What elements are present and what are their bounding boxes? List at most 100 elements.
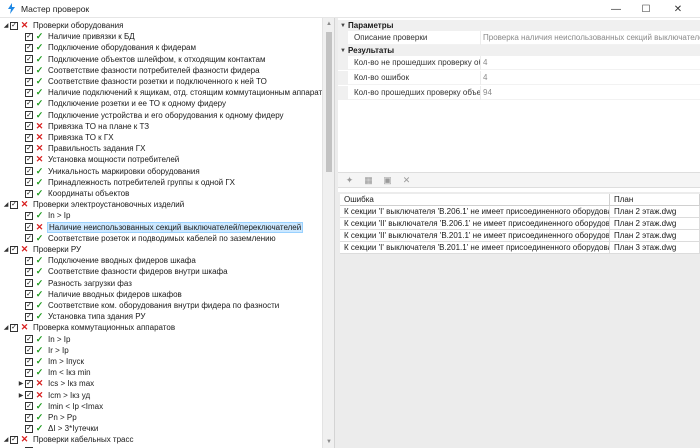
checkbox[interactable]: ✓ (25, 43, 33, 52)
tree-item[interactable]: ✓ ✓ Наличие подключений к ящикам, отд. сто… (17, 87, 322, 98)
property-description[interactable]: Описание проверки Проверка наличия неисп… (338, 30, 700, 45)
tree-item[interactable]: ✓ ✕ Привязка ТО на плане к ТЗ (17, 121, 150, 132)
checkbox[interactable]: ✓ (25, 77, 33, 86)
checkbox[interactable]: ✓ (25, 167, 33, 176)
tree-group[interactable]: ◢ ✓ ✕ Проверки оборудования (2, 20, 124, 31)
tree-item[interactable]: ✓ ✓ Соответствие розеток и подводимых кабе… (17, 233, 277, 244)
tree-item[interactable]: ✓ ✓ ΔI > 3*Iутечки (17, 423, 99, 434)
tree-item[interactable]: ✓ ✓ Подключение оборудования к фидерам (17, 42, 197, 53)
checkbox[interactable]: ✓ (25, 88, 33, 97)
column-header-plan[interactable]: План (610, 194, 700, 205)
checkbox[interactable]: ✓ (10, 435, 18, 444)
scroll-up-icon[interactable]: ▲ (325, 20, 333, 28)
tree-item[interactable]: ▶ ✓ ✕ Icm > Iкз уд (17, 390, 91, 401)
tree-item[interactable]: ✓ ✓ Разность загрузки фаз (17, 278, 133, 289)
category-results[interactable]: ▼ Результаты (338, 45, 700, 56)
tree-item[interactable]: ▶ ✓ ✕ Ics > Iкз max (17, 378, 95, 389)
expand-down-icon[interactable]: ◢ (2, 434, 10, 445)
checkbox[interactable]: ✓ (25, 234, 33, 243)
checkbox[interactable]: ✓ (10, 323, 18, 332)
table-row[interactable]: К секции 'I' выключателя 'В.206.1' не им… (340, 206, 700, 218)
tree-group[interactable]: ◢ ✓ ✕ Проверки кабельных трасс (2, 434, 135, 445)
property-passed-objects[interactable]: Кол-во прошедших проверку объек... 94 (338, 85, 700, 100)
tree-item[interactable]: ✓ ✕ Правильность задания ГХ (17, 143, 146, 154)
expand-down-icon[interactable]: ◢ (2, 244, 10, 255)
tree-group[interactable]: ◢ ✓ ✕ Проверки РУ (2, 244, 82, 255)
checkbox[interactable]: ✓ (25, 211, 33, 220)
property-failed-objects[interactable]: Кол-во не прошедших проверку об... 4 (338, 55, 700, 70)
settings-icon[interactable]: ✕ (401, 175, 412, 186)
checkbox[interactable]: ✓ (25, 256, 33, 265)
expand-right-icon[interactable]: ▶ (17, 390, 25, 401)
category-params[interactable]: ▼ Параметры (338, 20, 700, 31)
checkbox[interactable]: ✓ (25, 133, 33, 142)
tree-item[interactable]: ✓ ✓ Соответствие фазности фидеров внутри ш… (17, 266, 229, 277)
checkbox[interactable]: ✓ (25, 368, 33, 377)
column-header-error[interactable]: Ошибка (340, 194, 610, 205)
tree-group[interactable]: ◢ ✓ ✕ Проверка коммутационных аппаратов (2, 322, 176, 333)
maximize-button[interactable]: ☐ (632, 0, 660, 18)
checkbox[interactable]: ✓ (25, 122, 33, 131)
checkbox[interactable]: ✓ (10, 21, 18, 30)
checkbox[interactable]: ✓ (25, 267, 33, 276)
tree-item[interactable]: ✓ ✓ Подключение устройства и его оборудова… (17, 110, 285, 121)
tree-item[interactable]: ✓ ✓ Im < Iкз min (17, 367, 92, 378)
checkbox[interactable]: ✓ (25, 111, 33, 120)
expand-down-icon[interactable]: ◢ (2, 322, 10, 333)
table-row[interactable]: К секции 'II' выключателя 'В.201.1' не и… (340, 230, 700, 242)
tree-item[interactable]: ✓ ✕ Наличие неиспользованных секций выключ… (17, 221, 304, 233)
scroll-down-icon[interactable]: ▼ (325, 438, 333, 446)
tree-item[interactable]: ✓ ✓ Pn > Pp (17, 412, 78, 423)
tree-item[interactable]: ✓ ✓ Установка типа здания РУ (17, 311, 146, 322)
checkbox[interactable]: ✓ (25, 357, 33, 366)
checkbox[interactable]: ✓ (25, 379, 33, 388)
checkbox[interactable]: ✓ (25, 312, 33, 321)
checkbox[interactable]: ✓ (10, 245, 18, 254)
tree-item[interactable]: ✓ ✓ Соответствие фазности розетки и подклю… (17, 76, 268, 87)
tree-item[interactable]: ✓ ✓ Подключение объектов шлейфом, к отходя… (17, 54, 266, 65)
checkbox[interactable]: ✓ (25, 402, 33, 411)
checkbox[interactable]: ✓ (25, 223, 33, 232)
collapse-icon[interactable]: ▼ (338, 23, 348, 29)
checkbox[interactable]: ✓ (25, 335, 33, 344)
tree-item[interactable]: ✓ ✕ Привязка ТО к ГХ (17, 132, 115, 143)
expand-right-icon[interactable]: ▶ (17, 378, 25, 389)
checkbox[interactable]: ✓ (25, 189, 33, 198)
checkbox[interactable]: ✓ (25, 178, 33, 187)
checkbox[interactable]: ✓ (25, 144, 33, 153)
table-row[interactable]: К секции 'I' выключателя 'В.201.1' не им… (340, 242, 700, 254)
expand-down-icon[interactable]: ◢ (2, 20, 10, 31)
checkbox[interactable]: ✓ (25, 424, 33, 433)
tree-item[interactable]: ✓ ✓ Im > Iпуск (17, 356, 85, 367)
checkbox[interactable]: ✓ (25, 155, 33, 164)
tree-item[interactable]: ✓ ✓ Наличие привязки к БД (17, 31, 136, 42)
checkbox[interactable]: ✓ (25, 301, 33, 310)
expand-down-icon[interactable]: ◢ (2, 199, 10, 210)
tree-item[interactable]: ✓ ✓ Ir > Ip (17, 345, 70, 356)
property-error-count[interactable]: Кол-во ошибок 4 (338, 70, 700, 85)
tree-item[interactable]: ✓ ✓ Наличие вводных фидеров шкафов (17, 289, 183, 300)
run-icon[interactable]: ✦ (344, 175, 355, 186)
tree-item[interactable]: ✓ ✓ Координаты объектов (17, 188, 130, 199)
checkbox[interactable]: ✓ (25, 66, 33, 75)
checkbox[interactable]: ✓ (25, 290, 33, 299)
checkbox[interactable]: ✓ (25, 413, 33, 422)
tree-item[interactable]: ✓ ✓ Подключение вводных фидеров шкафа (17, 255, 197, 266)
tree-item[interactable]: ✓ ✓ Imin < Ip <Imax (17, 401, 104, 412)
tree-item[interactable]: ✓ ✓ Принадлежность потребителей группы к о… (17, 177, 236, 188)
tree-scrollbar[interactable]: ▲ ▼ (322, 18, 334, 448)
checkbox[interactable]: ✓ (25, 55, 33, 64)
checkbox[interactable]: ✓ (25, 346, 33, 355)
checkbox[interactable]: ✓ (25, 99, 33, 108)
table-row[interactable]: К секции 'II' выключателя 'В.206.1' не и… (340, 218, 700, 230)
tree-item[interactable]: ✓ ✓ Соответствие фазности потребителей фаз… (17, 65, 261, 76)
tree-item[interactable]: ✓ ✓ Уникальность маркировки оборудования (17, 166, 201, 177)
export-icon[interactable]: ▦ (363, 175, 374, 186)
tree-item[interactable]: ✓ ✓ Соответствие ком. оборудования внутри … (17, 300, 280, 311)
tree-item[interactable]: ✓ ✓ In > Ip (17, 210, 71, 221)
checkbox[interactable]: ✓ (25, 391, 33, 400)
checkbox[interactable]: ✓ (25, 32, 33, 41)
tree-item[interactable]: ✓ ✓ Подключение розетки и ее ТО к одному ф… (17, 98, 227, 109)
minimize-button[interactable]: — (602, 0, 630, 18)
checkbox[interactable]: ✓ (10, 200, 18, 209)
